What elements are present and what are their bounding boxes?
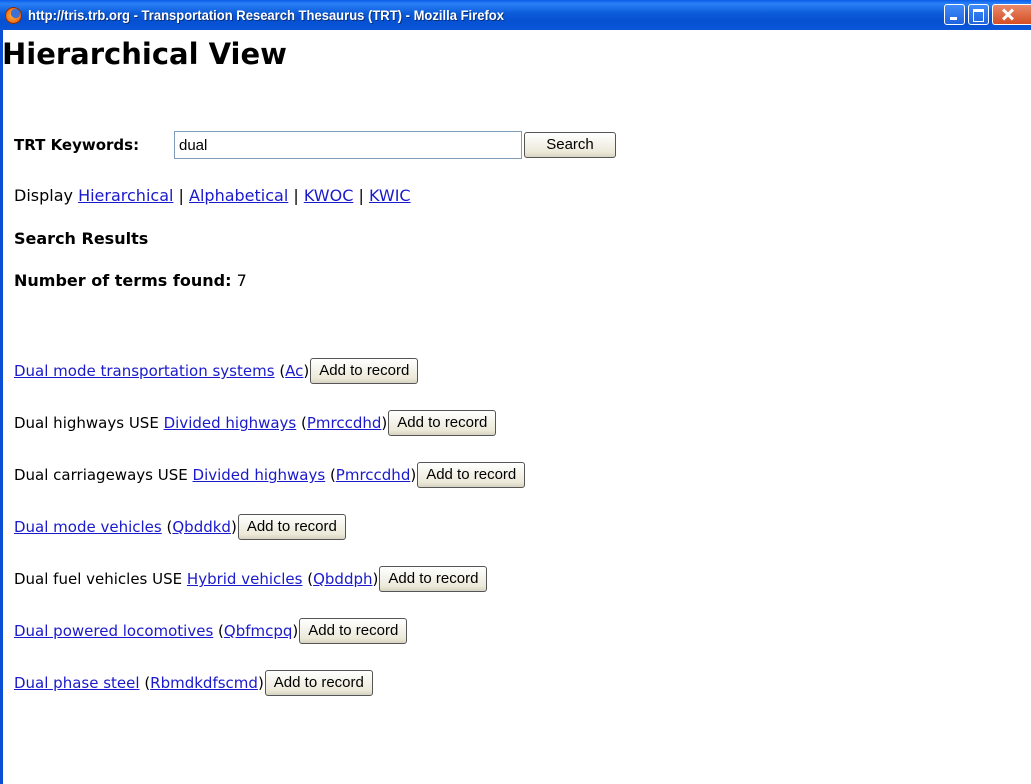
- results-count: Number of terms found: 7: [14, 271, 247, 291]
- use-keyword: USE: [128, 414, 159, 432]
- display-link-hierarchical[interactable]: Hierarchical: [78, 186, 173, 205]
- result-row: Dual phase steel (Rbmdkdfscmd) Add to rec…: [14, 670, 373, 696]
- separator: |: [293, 186, 299, 205]
- minimize-button[interactable]: [944, 4, 965, 25]
- search-results-heading: Search Results: [14, 229, 149, 248]
- preferred-term-link[interactable]: Divided highways: [193, 466, 326, 484]
- add-to-record-button[interactable]: Add to record: [237, 514, 346, 540]
- result-row: Dual powered locomotives (Qbfmcpq) Add to…: [14, 618, 408, 644]
- result-term: Dual highways: [14, 414, 125, 432]
- result-row: Dual highways USE Divided highways (Pmrc…: [14, 410, 497, 436]
- result-term-link[interactable]: Dual mode vehicles: [14, 518, 162, 536]
- category-code-link[interactable]: Pmrccdhd: [336, 466, 411, 484]
- result-term: Dual carriageways: [14, 466, 153, 484]
- result-term: Dual fuel vehicles: [14, 570, 148, 588]
- result-term-link[interactable]: Dual phase steel: [14, 674, 140, 692]
- count-label: Number of terms found:: [14, 271, 232, 290]
- keyword-label: TRT Keywords:: [14, 136, 140, 154]
- firefox-icon: [5, 6, 22, 24]
- category-code-link[interactable]: Qbfmcpq: [224, 622, 293, 640]
- add-to-record-button[interactable]: Add to record: [417, 462, 526, 488]
- display-label: Display: [14, 186, 73, 205]
- add-to-record-button[interactable]: Add to record: [299, 618, 408, 644]
- window-left-border: [0, 30, 3, 784]
- add-to-record-button[interactable]: Add to record: [388, 410, 497, 436]
- use-keyword: USE: [157, 466, 188, 484]
- result-term-link[interactable]: Dual mode transportation systems: [14, 362, 275, 380]
- display-link-alphabetical[interactable]: Alphabetical: [189, 186, 288, 205]
- preferred-term-link[interactable]: Divided highways: [164, 414, 297, 432]
- category-code-link[interactable]: Qbddkd: [172, 518, 231, 536]
- search-button[interactable]: Search: [524, 132, 616, 158]
- close-button[interactable]: [992, 4, 1031, 25]
- result-row: Dual carriageways USE Divided highways (…: [14, 462, 526, 488]
- separator: |: [178, 186, 184, 205]
- category-code-link[interactable]: Qbddph: [313, 570, 372, 588]
- add-to-record-button[interactable]: Add to record: [310, 358, 419, 384]
- browser-window: http://tris.trb.org - Transportation Res…: [0, 0, 1031, 784]
- page-title: Hierarchical View: [2, 37, 287, 71]
- display-link-kwic[interactable]: KWIC: [369, 186, 411, 205]
- maximize-button[interactable]: [968, 4, 989, 25]
- separator: |: [358, 186, 364, 205]
- category-code-link[interactable]: Pmrccdhd: [307, 414, 382, 432]
- category-code-link[interactable]: Ac: [285, 362, 303, 380]
- add-to-record-button[interactable]: Add to record: [264, 670, 373, 696]
- keyword-input[interactable]: [174, 131, 522, 159]
- add-to-record-button[interactable]: Add to record: [379, 566, 488, 592]
- preferred-term-link[interactable]: Hybrid vehicles: [187, 570, 303, 588]
- display-options: Display Hierarchical | Alphabetical | KW…: [14, 186, 411, 206]
- result-term-link[interactable]: Dual powered locomotives: [14, 622, 213, 640]
- title-bar[interactable]: http://tris.trb.org - Transportation Res…: [0, 0, 1031, 30]
- result-row: Dual fuel vehicles USE Hybrid vehicles (…: [14, 566, 488, 592]
- category-code-link[interactable]: Rbmdkdfscmd: [150, 674, 258, 692]
- result-row: Dual mode vehicles (Qbddkd) Add to record: [14, 514, 346, 540]
- use-keyword: USE: [152, 570, 183, 588]
- window-title: http://tris.trb.org - Transportation Res…: [28, 7, 505, 23]
- result-row: Dual mode transportation systems (Ac) Add…: [14, 358, 419, 384]
- display-link-kwoc[interactable]: KWOC: [304, 186, 354, 205]
- count-value: 7: [236, 271, 247, 290]
